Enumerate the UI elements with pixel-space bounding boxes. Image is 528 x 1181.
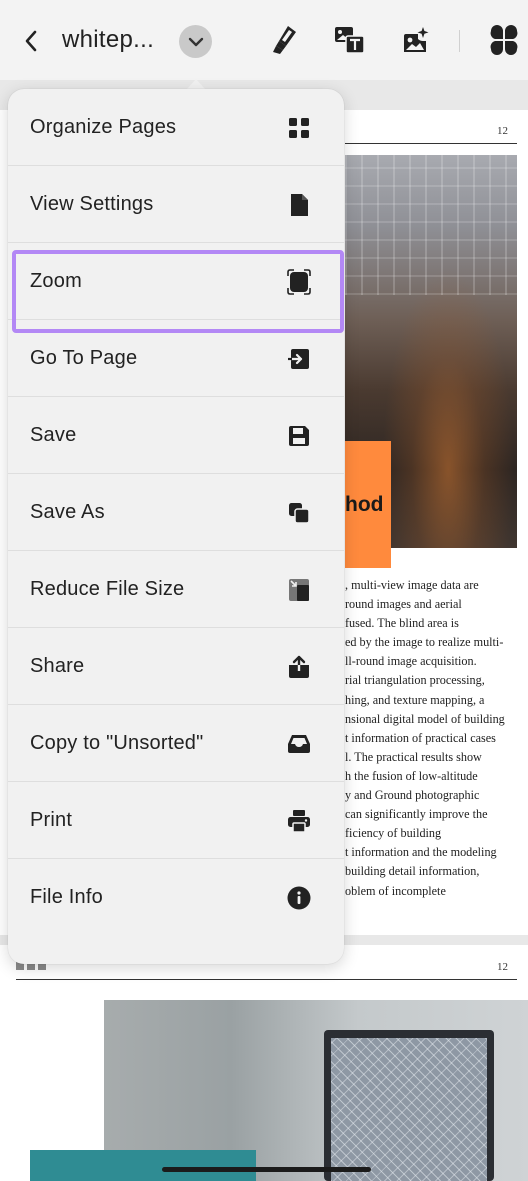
- menu-item-label: Save: [30, 424, 77, 446]
- print-icon: [287, 809, 311, 833]
- menu-item-share[interactable]: Share: [8, 628, 344, 705]
- home-indicator[interactable]: [162, 1167, 371, 1172]
- document-title[interactable]: whitep...: [62, 26, 154, 54]
- menu-item-label: Reduce File Size: [30, 578, 185, 600]
- image-text-icon[interactable]: [333, 22, 367, 58]
- ai-image-icon[interactable]: [399, 22, 433, 58]
- copy-icon: [287, 501, 311, 525]
- menu-item-label: Print: [30, 809, 73, 831]
- menu-item-label: File Info: [30, 886, 103, 908]
- body-text-line: round images and aerial: [345, 597, 462, 612]
- body-text-line: can significantly improve the: [345, 807, 488, 822]
- menu-item-copy-to-unsorted[interactable]: Copy to "Unsorted": [8, 705, 344, 782]
- body-text-line: , multi-view image data are: [345, 578, 479, 592]
- body-paragraph: , multi-view image data are round images …: [345, 576, 525, 901]
- document-icon: [287, 193, 311, 217]
- info-icon: [287, 886, 311, 910]
- menu-item-label: Save As: [30, 501, 105, 523]
- menu-item-organize-pages[interactable]: Organize Pages: [8, 89, 344, 166]
- more-options-menu: Organize Pages View Settings Zoom Go To …: [8, 89, 344, 964]
- body-text-line: oblem of incomplete: [345, 883, 446, 898]
- body-text-line: ll-round image acquisition.: [345, 654, 477, 669]
- menu-item-save[interactable]: Save: [8, 397, 344, 474]
- toolbar-separator: [459, 30, 460, 52]
- chevron-left-icon[interactable]: [14, 24, 48, 58]
- menu-item-label: Organize Pages: [30, 116, 177, 138]
- header-rule: [345, 143, 517, 144]
- chevron-down-icon[interactable]: [179, 25, 212, 58]
- header-rule-2: [16, 979, 517, 980]
- compress-icon: [287, 578, 311, 602]
- body-text-line: t information and the modeling: [345, 845, 497, 860]
- save-icon: [287, 424, 311, 448]
- body-text-line: h the fusion of low-altitude: [345, 768, 478, 783]
- monitor-screen-image: [331, 1038, 487, 1181]
- menu-item-print[interactable]: Print: [8, 782, 344, 859]
- caption-bar: [30, 1150, 256, 1181]
- skylight-pattern: [345, 155, 517, 295]
- menu-item-file-info[interactable]: File Info: [8, 859, 344, 936]
- body-text-line: fused. The blind area is: [345, 616, 459, 631]
- top-toolbar: whitep...: [0, 0, 528, 80]
- body-text-line: ed by the image to realize multi-: [345, 635, 504, 650]
- menu-item-reduce-file-size[interactable]: Reduce File Size: [8, 551, 344, 628]
- page-number-2: 12: [497, 961, 508, 973]
- body-text-line: y and Ground photographic: [345, 788, 480, 803]
- share-icon: [287, 655, 311, 679]
- go-to-page-icon: [287, 347, 311, 371]
- grid-icon: [287, 116, 311, 140]
- body-text-line: hing, and texture mapping, a: [345, 692, 485, 707]
- body-text-line: rial triangulation processing,: [345, 673, 485, 688]
- body-text-line: l. The practical results show: [345, 749, 482, 764]
- menu-item-label: Copy to "Unsorted": [30, 732, 204, 754]
- body-text-line: t information of practical cases: [345, 730, 496, 745]
- menu-item-label: Share: [30, 655, 85, 677]
- menu-item-label: View Settings: [30, 193, 154, 215]
- body-text-line: ficiency of building: [345, 826, 442, 841]
- section-heading: hod: [345, 493, 384, 516]
- four-petal-apps-icon[interactable]: [487, 22, 521, 58]
- zoom-highlight-frame: [12, 250, 344, 333]
- page-number: 12: [497, 125, 508, 137]
- highlighter-icon[interactable]: [268, 22, 302, 58]
- menu-item-save-as[interactable]: Save As: [8, 474, 344, 551]
- menu-item-view-settings[interactable]: View Settings: [8, 166, 344, 243]
- inbox-icon: [287, 732, 311, 756]
- body-text-line: nsional digital model of building: [345, 711, 505, 726]
- body-text-line: building detail information,: [345, 864, 480, 879]
